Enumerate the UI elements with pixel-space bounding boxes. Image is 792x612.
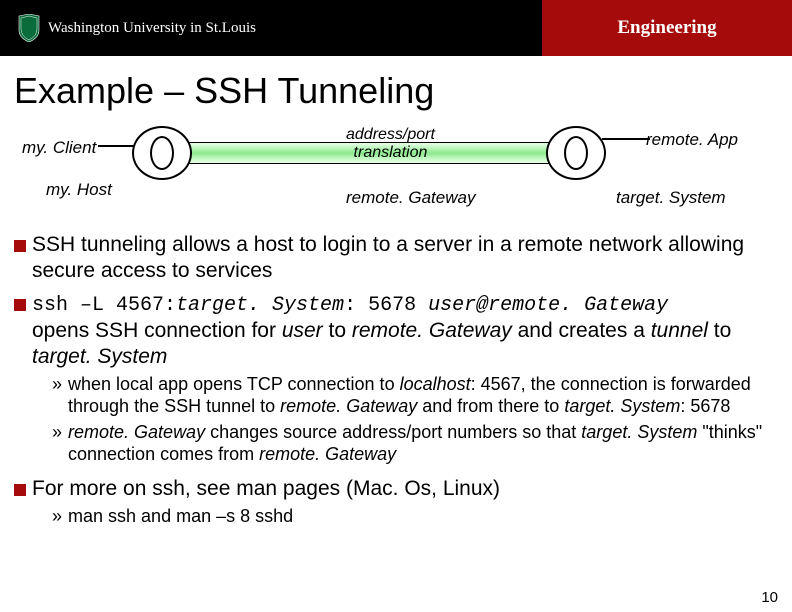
bullet-1: SSH tunneling allows a host to login to … xyxy=(14,232,778,285)
label-host: my. Host xyxy=(46,180,112,200)
bullet-2: ssh –L 4567:target. System: 5678 user@re… xyxy=(14,291,778,371)
chevron-icon: » xyxy=(52,374,62,418)
header-left: Washington University in St.Louis xyxy=(0,0,542,56)
ssh-command: ssh –L 4567:target. System: 5678 user@re… xyxy=(32,294,668,317)
label-client: my. Client xyxy=(22,138,96,158)
engineering-label: Engineering xyxy=(617,17,716,39)
sub-bullet-1: » when local app opens TCP connection to… xyxy=(52,374,778,418)
host-node-inner xyxy=(150,136,174,170)
sub1-text: when local app opens TCP connection to l… xyxy=(68,374,778,418)
label-target: target. System xyxy=(616,188,726,208)
sub3-text: man ssh and man –s 8 sshd xyxy=(68,506,293,528)
slide-header: Washington University in St.Louis Engine… xyxy=(0,0,792,56)
sub-bullet-3: » man ssh and man –s 8 sshd xyxy=(52,506,778,528)
label-addr-2: translation xyxy=(354,144,428,161)
header-right: Engineering xyxy=(542,0,792,56)
label-app: remote. App xyxy=(646,130,738,150)
bullet-square-icon xyxy=(14,484,26,496)
bullet-square-icon xyxy=(14,240,26,252)
slide-content: SSH tunneling allows a host to login to … xyxy=(0,232,792,528)
university-name: Washington University in St.Louis xyxy=(48,20,256,37)
ssh-tunnel-diagram: my. Client my. Host address/port transla… xyxy=(16,116,776,226)
b1-prefix: SSH xyxy=(32,233,75,256)
gateway-node-inner xyxy=(564,136,588,170)
university-logo: Washington University in St.Louis xyxy=(18,14,256,42)
b1-rest: tunneling allows a host to login to a se… xyxy=(32,233,744,282)
chevron-icon: » xyxy=(52,506,62,528)
slide-title: Example – SSH Tunneling xyxy=(0,56,792,116)
label-address-port: address/port translation xyxy=(346,126,435,161)
bullet-3-text: For more on ssh, see man pages (Mac. Os,… xyxy=(32,476,778,502)
sub-bullet-2: » remote. Gateway changes source address… xyxy=(52,422,778,466)
line-app xyxy=(602,138,650,140)
chevron-icon: » xyxy=(52,422,62,466)
shield-icon xyxy=(18,14,40,42)
label-addr-1: address/port xyxy=(346,126,435,143)
bullet-square-icon xyxy=(14,299,26,311)
sub2-text: remote. Gateway changes source address/p… xyxy=(68,422,778,466)
bullet-2-text: ssh –L 4567:target. System: 5678 user@re… xyxy=(32,291,778,371)
page-number: 10 xyxy=(761,589,778,606)
bullet-1-text: SSH tunneling allows a host to login to … xyxy=(32,232,778,285)
label-gateway: remote. Gateway xyxy=(346,188,475,208)
bullet-3: For more on ssh, see man pages (Mac. Os,… xyxy=(14,476,778,502)
